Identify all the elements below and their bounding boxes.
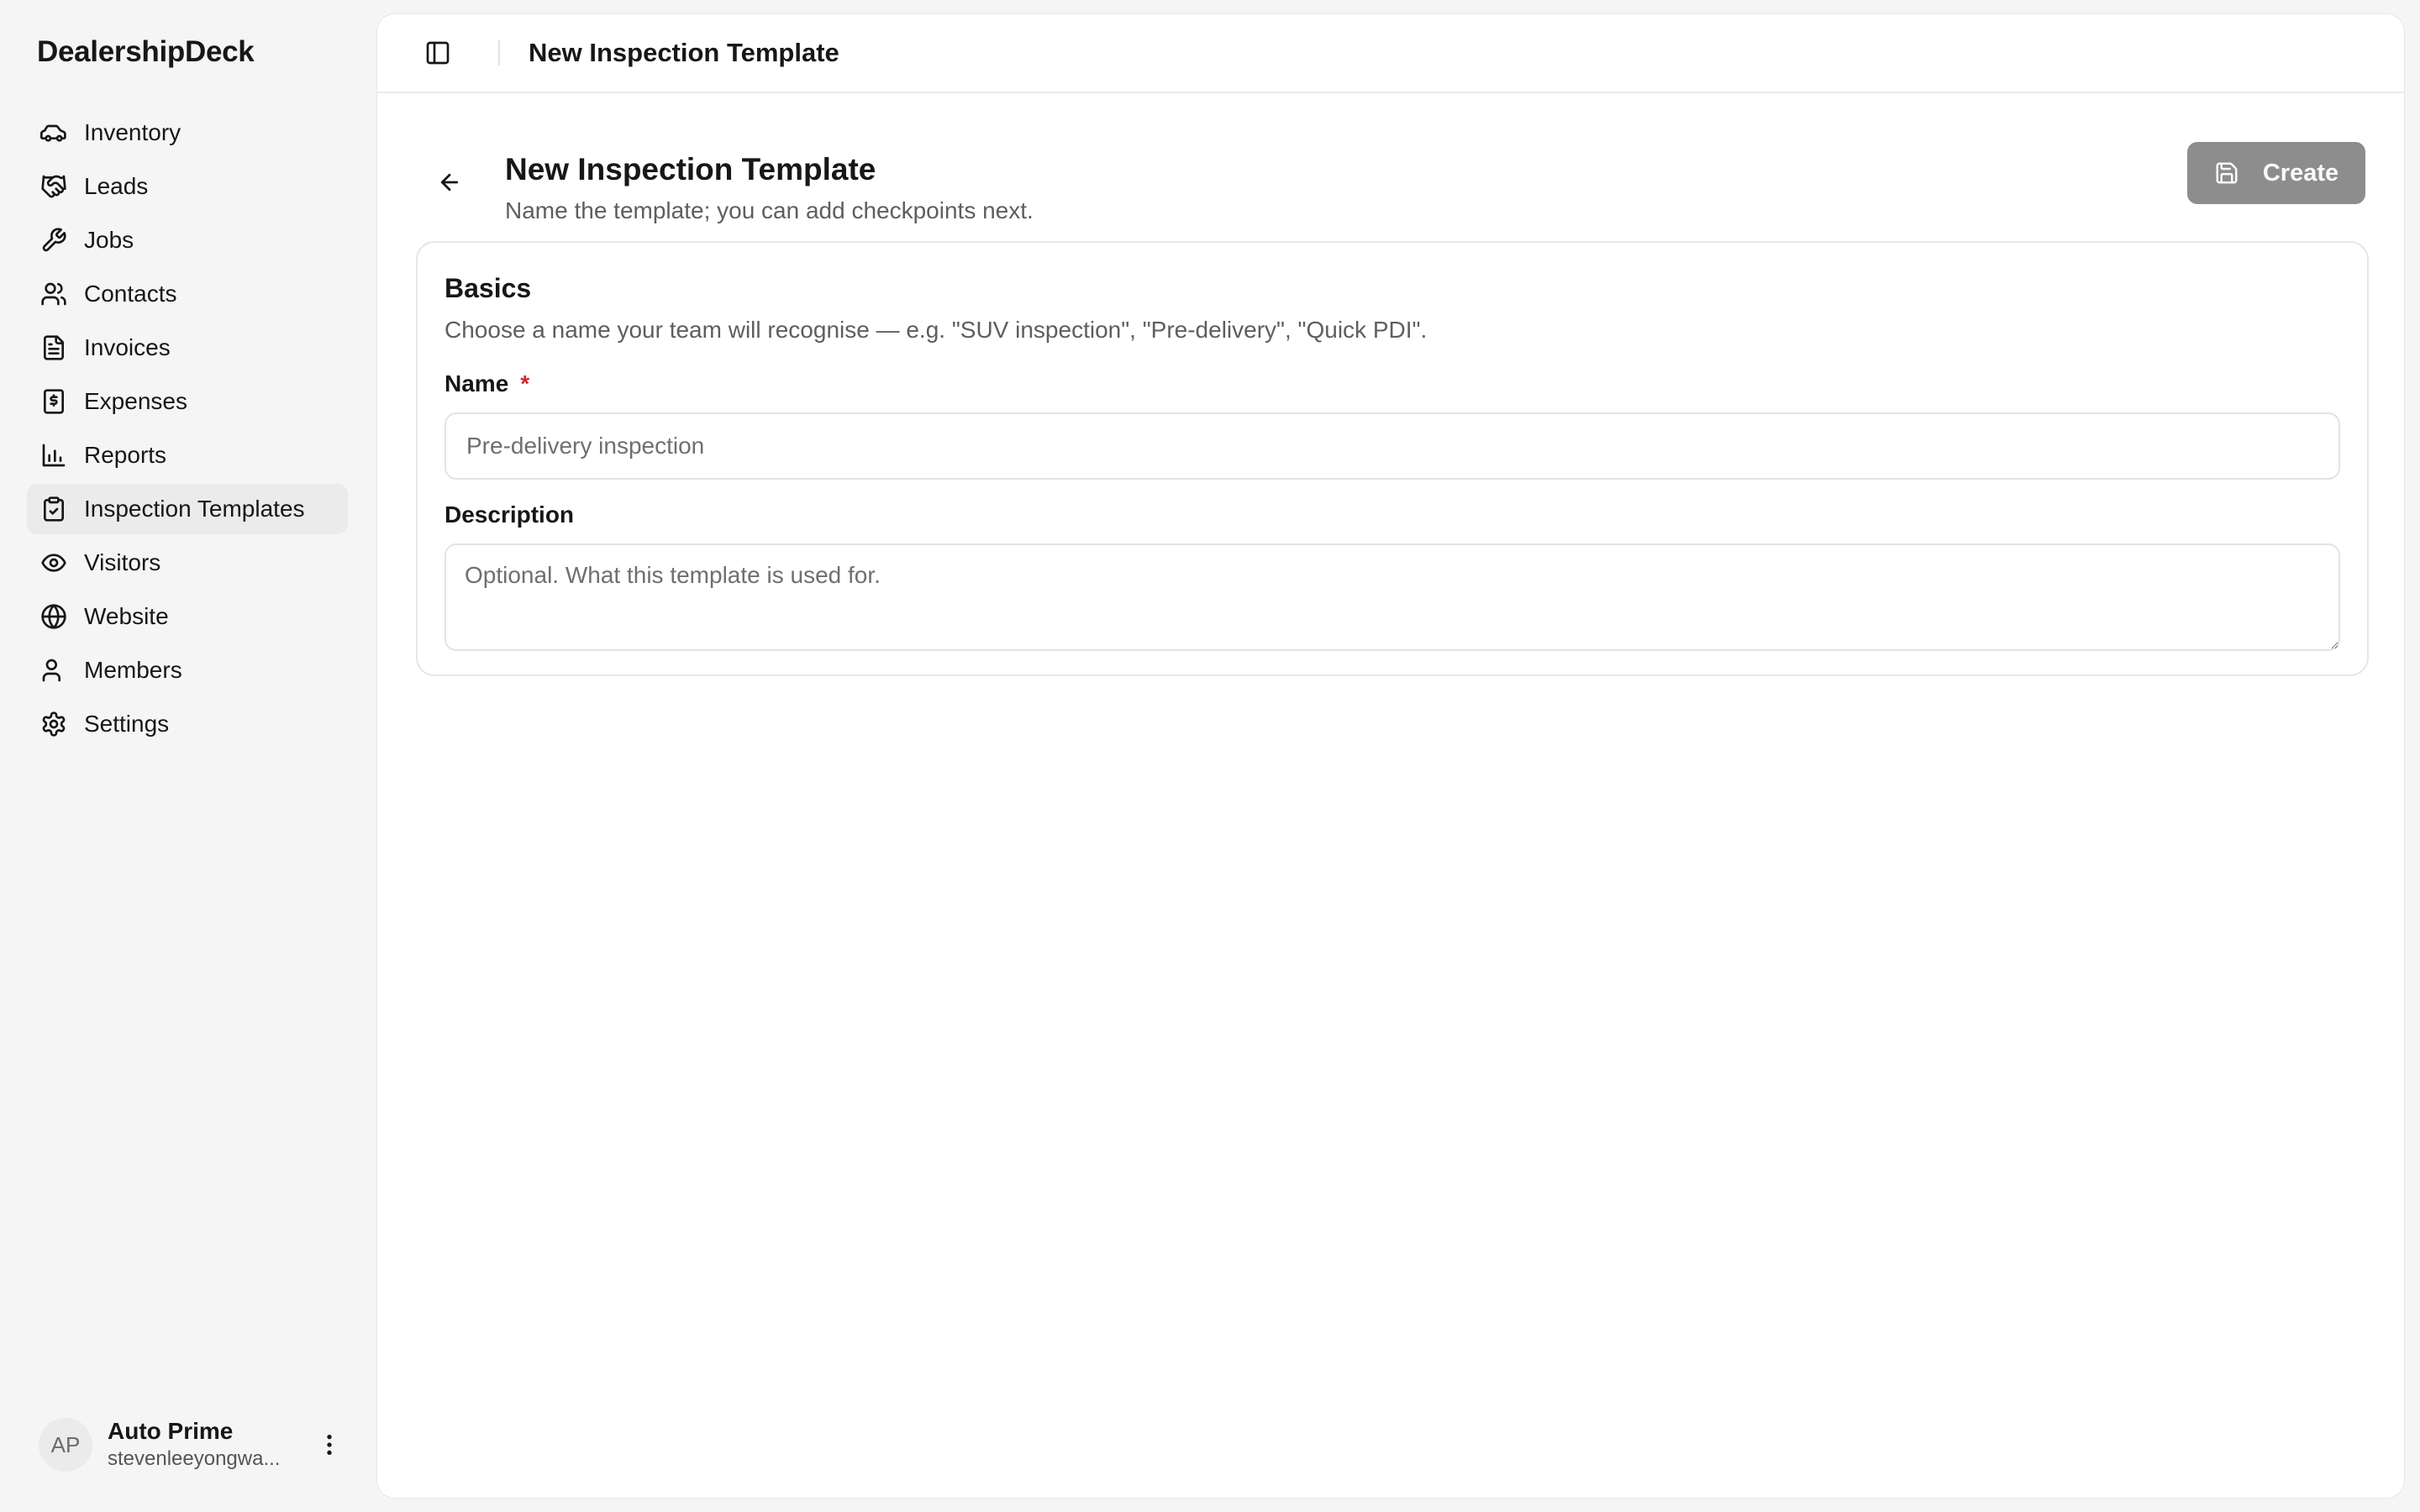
sidebar-nav: Inventory Leads Jobs Contacts Invoices E… (27, 108, 348, 753)
create-button-label: Create (2262, 159, 2339, 186)
topbar: New Inspection Template (377, 14, 2404, 93)
sidebar-item-label: Website (84, 603, 169, 629)
clipboard-check-icon (40, 496, 67, 522)
sidebar-item-website[interactable]: Website (27, 591, 348, 642)
basics-card: Basics Choose a name your team will reco… (416, 241, 2369, 676)
page-title: New Inspection Template (505, 152, 876, 186)
sidebar-item-label: Settings (84, 711, 170, 737)
avatar: AP (39, 1418, 92, 1472)
gear-icon (40, 711, 67, 738)
name-label: Name * (445, 370, 529, 397)
page-subtitle: Name the template; you can add checkpoin… (505, 197, 1034, 223)
name-label-text: Name (445, 370, 509, 396)
sidebar-item-visitors[interactable]: Visitors (27, 538, 348, 588)
sidebar-item-label: Invoices (84, 334, 171, 360)
user-info: Auto Prime stevenleeyongwa... (108, 1417, 313, 1473)
topbar-divider (498, 40, 500, 66)
sidebar-item-label: Expenses (84, 388, 187, 414)
sidebar-item-reports[interactable]: Reports (27, 430, 348, 480)
globe-icon (40, 603, 67, 630)
sidebar-item-label: Inventory (84, 119, 182, 145)
sidebar-item-invoices[interactable]: Invoices (27, 323, 348, 373)
page-header: New Inspection Template Name the templat… (377, 142, 2404, 234)
sidebar-item-label: Members (84, 657, 182, 683)
sidebar-item-label: Reports (84, 442, 167, 468)
wrench-icon (40, 227, 67, 254)
create-button[interactable]: Create (2187, 142, 2365, 204)
sidebar-item-label: Leads (84, 173, 149, 199)
card-title: Basics (445, 273, 532, 303)
more-vertical-icon[interactable] (313, 1428, 346, 1462)
car-icon (40, 119, 67, 146)
sidebar-toggle-icon[interactable] (423, 38, 453, 68)
sidebar-item-label: Jobs (84, 227, 134, 253)
sidebar-item-expenses[interactable]: Expenses (27, 376, 348, 427)
sidebar-item-leads[interactable]: Leads (27, 161, 348, 212)
arrow-left-icon[interactable] (433, 165, 466, 199)
bar-chart-icon (40, 442, 67, 469)
description-label: Description (445, 501, 575, 528)
user-email: stevenleeyongwa... (108, 1447, 281, 1470)
breadcrumb: New Inspection Template (529, 38, 839, 67)
receipt-icon (40, 388, 67, 415)
main-panel: New Inspection Template New Inspection T… (376, 13, 2405, 1499)
sidebar-item-label: Contacts (84, 281, 177, 307)
eye-icon (40, 549, 67, 576)
sidebar-item-label: Visitors (84, 549, 161, 575)
sidebar-item-settings[interactable]: Settings (27, 699, 348, 749)
user-name: Auto Prime (108, 1418, 234, 1444)
user-icon (40, 657, 67, 684)
sidebar-item-members[interactable]: Members (27, 645, 348, 696)
sidebar-item-contacts[interactable]: Contacts (27, 269, 348, 319)
sidebar-item-jobs[interactable]: Jobs (27, 215, 348, 265)
name-input[interactable] (445, 412, 2340, 480)
description-textarea[interactable] (445, 543, 2340, 651)
app-logo-text[interactable]: DealershipDeck (37, 35, 255, 69)
users-icon (40, 281, 67, 307)
required-mark: * (520, 370, 530, 396)
sidebar-item-inspection-templates[interactable]: Inspection Templates (27, 484, 348, 534)
card-description: Choose a name your team will recognise —… (445, 317, 1428, 343)
sidebar: DealershipDeck Inventory Leads Jobs Cont… (0, 0, 375, 1512)
user-account[interactable]: AP Auto Prime stevenleeyongwa... (39, 1416, 346, 1473)
handshake-icon (40, 173, 67, 200)
save-icon (2216, 162, 2238, 184)
sidebar-item-label: Inspection Templates (84, 496, 305, 522)
sidebar-item-inventory[interactable]: Inventory (27, 108, 348, 158)
file-text-icon (40, 334, 67, 361)
